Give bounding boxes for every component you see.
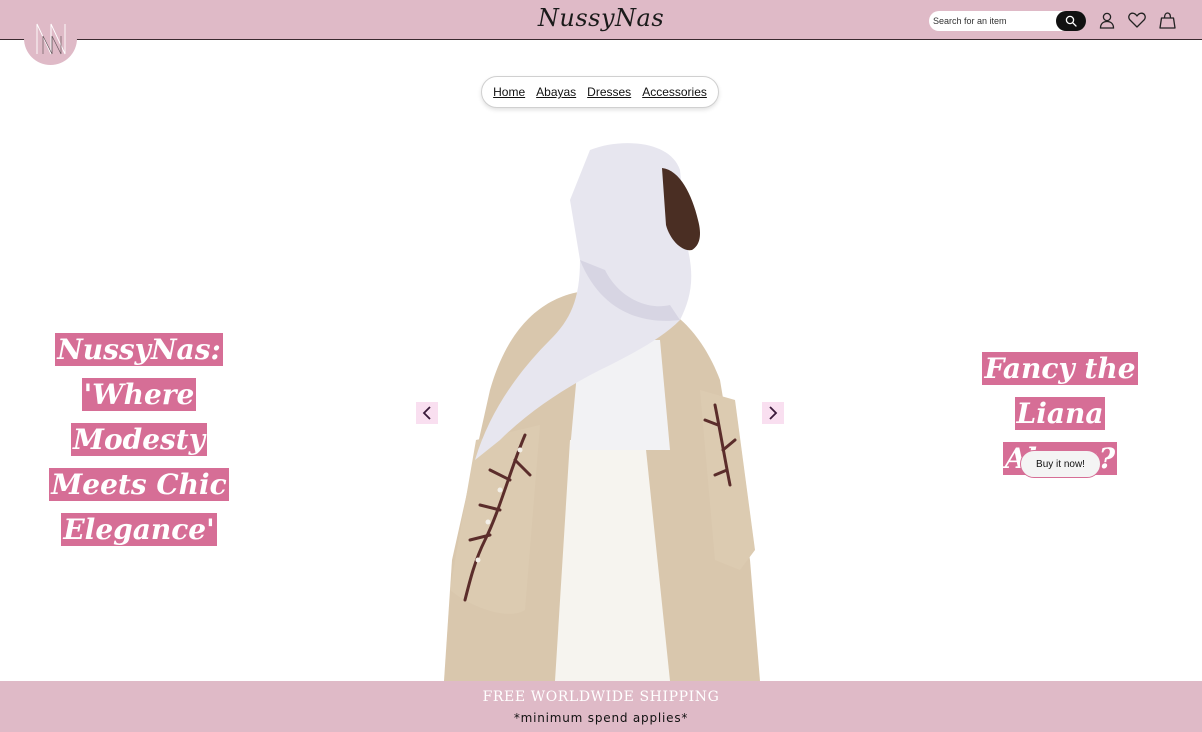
tagline-line: NussyNas: [55, 333, 223, 366]
search-icon [1065, 15, 1077, 27]
shipping-text: FREE WORLDWIDE SHIPPING [482, 689, 720, 705]
nav-accessories-link[interactable]: Accessories [642, 85, 707, 99]
header-bar: NussyNas [0, 0, 1202, 40]
chevron-left-icon [422, 406, 431, 420]
nav-abayas-link[interactable]: Abayas [536, 85, 576, 99]
tagline-line: 'Where Modesty [70, 378, 208, 456]
tagline-line: Meets Chic [49, 468, 229, 501]
cart-button[interactable] [1158, 11, 1176, 29]
carousel-next-button[interactable] [762, 402, 784, 424]
search-input[interactable] [929, 11, 1057, 31]
account-button[interactable] [1098, 11, 1116, 29]
page: NussyNas Search for an item Home Abayas … [0, 0, 1202, 732]
hero-model-image [444, 143, 760, 681]
nav-home-link[interactable]: Home [493, 85, 525, 99]
tagline-line: Elegance' [61, 513, 217, 546]
bag-icon [1158, 11, 1176, 29]
carousel-prev-button[interactable] [416, 402, 438, 424]
logo[interactable] [24, 12, 77, 65]
hero-tagline: NussyNas: 'Where Modesty Meets Chic Eleg… [30, 327, 248, 552]
promo-line: Fancy the Liana [982, 352, 1138, 430]
shipping-banner: FREE WORLDWIDE SHIPPING *minimum spend a… [0, 681, 1202, 732]
chevron-right-icon [769, 406, 778, 420]
buy-now-button[interactable]: Buy it now! [1020, 450, 1101, 478]
nav-dresses-link[interactable]: Dresses [587, 85, 631, 99]
heart-icon [1128, 12, 1146, 28]
logo-mark [36, 23, 65, 54]
shipping-note: *minimum spend applies* [513, 711, 689, 725]
user-icon [1099, 12, 1115, 29]
search-button[interactable] [1056, 11, 1086, 31]
search-box [929, 11, 1086, 31]
main-nav: Home Abayas Dresses Accessories [481, 76, 719, 108]
wishlist-button[interactable] [1128, 11, 1146, 29]
